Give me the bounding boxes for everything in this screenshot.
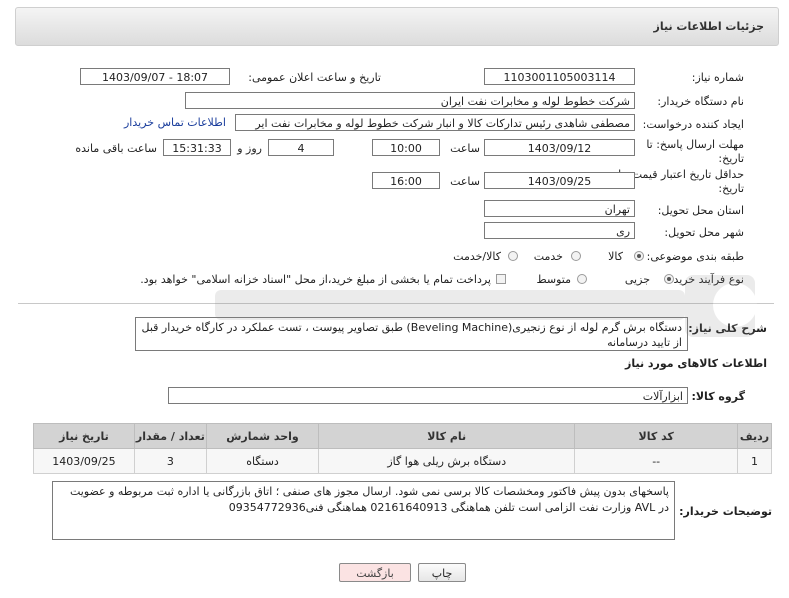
description-field[interactable]: دستگاه برش گرم لوله از نوع زنجیری(Beveli…	[135, 317, 688, 351]
province-label: استان محل تحویل:	[657, 204, 744, 217]
announce-field[interactable]: 1403/09/07 - 18:07	[80, 68, 230, 85]
deadline-label-date: تاریخ:	[718, 152, 744, 165]
validity-time-label: ساعت	[450, 175, 480, 188]
table-header-row: تاریخ نیاز تعداد / مقدار واحد شمارش نام …	[33, 423, 772, 449]
cell-row: 1	[737, 448, 772, 474]
purchase-radio-medium[interactable]	[577, 274, 587, 284]
need-number-label: شماره نیاز:	[691, 71, 744, 84]
validity-time-field[interactable]: 16:00	[372, 172, 440, 189]
goods-group-field[interactable]: ابزارآلات	[168, 387, 688, 404]
cell-quantity: 3	[133, 448, 207, 474]
col-header-unit: واحد شمارش	[205, 423, 320, 449]
cell-need-date: 1403/09/25	[33, 448, 135, 474]
cell-goods-name: دستگاه برش ریلی هوا گاز	[318, 448, 576, 474]
goods-group-label: گروه کالا:	[691, 390, 745, 403]
city-label: شهر محل تحویل:	[664, 226, 744, 239]
page-header: جزئیات اطلاعات نیاز	[15, 7, 779, 46]
page-title: جزئیات اطلاعات نیاز	[653, 20, 765, 33]
purchase-option-medium: متوسط	[536, 273, 571, 286]
col-header-row: ردیف	[737, 423, 772, 449]
category-option-goods: کالا	[608, 250, 623, 263]
cell-unit: دستگاه	[205, 448, 320, 474]
remaining-label: ساعت باقی مانده	[75, 142, 157, 155]
category-label: طبقه بندی موضوعی:	[646, 250, 744, 263]
announce-label: تاریخ و ساعت اعلان عمومی:	[248, 71, 381, 84]
purchase-radio-minor[interactable]	[664, 274, 674, 284]
table-row[interactable]: 1403/09/25 3 دستگاه دستگاه برش ریلی هوا …	[33, 448, 772, 474]
validity-label: حداقل تاریخ اعتبار قیمت: تا	[618, 168, 744, 181]
goods-table: تاریخ نیاز تعداد / مقدار واحد شمارش نام …	[33, 423, 772, 474]
col-header-goods-name: نام کالا	[318, 423, 576, 449]
category-radio-service[interactable]	[571, 251, 581, 261]
cell-goods-code: --	[574, 448, 738, 474]
deadline-date-field[interactable]: 1403/09/12	[484, 139, 635, 156]
province-field[interactable]: تهران	[484, 200, 635, 217]
category-option-service: خدمت	[533, 250, 563, 263]
category-option-goods-service: کالا/خدمت	[453, 250, 501, 263]
description-label: شرح کلی نیاز:	[688, 322, 767, 335]
creator-field[interactable]: مصطفی شاهدی رئیس تدارکات کالا و انبار شر…	[235, 114, 635, 131]
validity-label-date: تاریخ:	[718, 182, 744, 195]
back-button[interactable]: بازگشت	[339, 563, 411, 582]
payment-note: پرداخت تمام یا بخشی از مبلغ خرید،از محل …	[140, 273, 491, 286]
remaining-time-field[interactable]: 15:31:33	[163, 139, 231, 156]
deadline-time-field[interactable]: 10:00	[372, 139, 440, 156]
col-header-quantity: تعداد / مقدار	[133, 423, 207, 449]
buyer-field[interactable]: شرکت خطوط لوله و مخابرات نفت ایران	[185, 92, 635, 109]
goods-info-title: اطلاعات کالاهای مورد نیاز	[625, 357, 767, 370]
col-header-goods-code: کد کالا	[574, 423, 738, 449]
payment-checkbox[interactable]	[496, 274, 506, 284]
category-radio-goods-service[interactable]	[508, 251, 518, 261]
col-header-need-date: تاریخ نیاز	[33, 423, 135, 449]
city-field[interactable]: ری	[484, 222, 635, 239]
need-number-field[interactable]: 1103001105003114	[484, 68, 635, 85]
deadline-label: مهلت ارسال پاسخ: تا	[646, 138, 744, 151]
buyer-label: نام دستگاه خریدار:	[657, 95, 744, 108]
category-radio-goods[interactable]	[634, 251, 644, 261]
validity-date-field[interactable]: 1403/09/25	[484, 172, 635, 189]
creator-label: ایجاد کننده درخواست:	[642, 118, 744, 131]
contact-buyer-link[interactable]: اطلاعات تماس خریدار	[124, 116, 226, 129]
print-button[interactable]: چاپ	[418, 563, 466, 582]
days-label: روز و	[237, 142, 262, 155]
divider	[18, 303, 774, 304]
purchase-label: نوع فرآیند خرید :	[666, 273, 744, 286]
purchase-option-minor: جزیی	[624, 273, 650, 286]
days-field[interactable]: 4	[268, 139, 334, 156]
deadline-time-label: ساعت	[450, 142, 480, 155]
buyer-notes-field[interactable]: پاسخهای بدون پیش فاکتور ومخشصات کالا برس…	[52, 481, 675, 540]
buyer-notes-label: توضیحات خریدار:	[679, 505, 772, 518]
